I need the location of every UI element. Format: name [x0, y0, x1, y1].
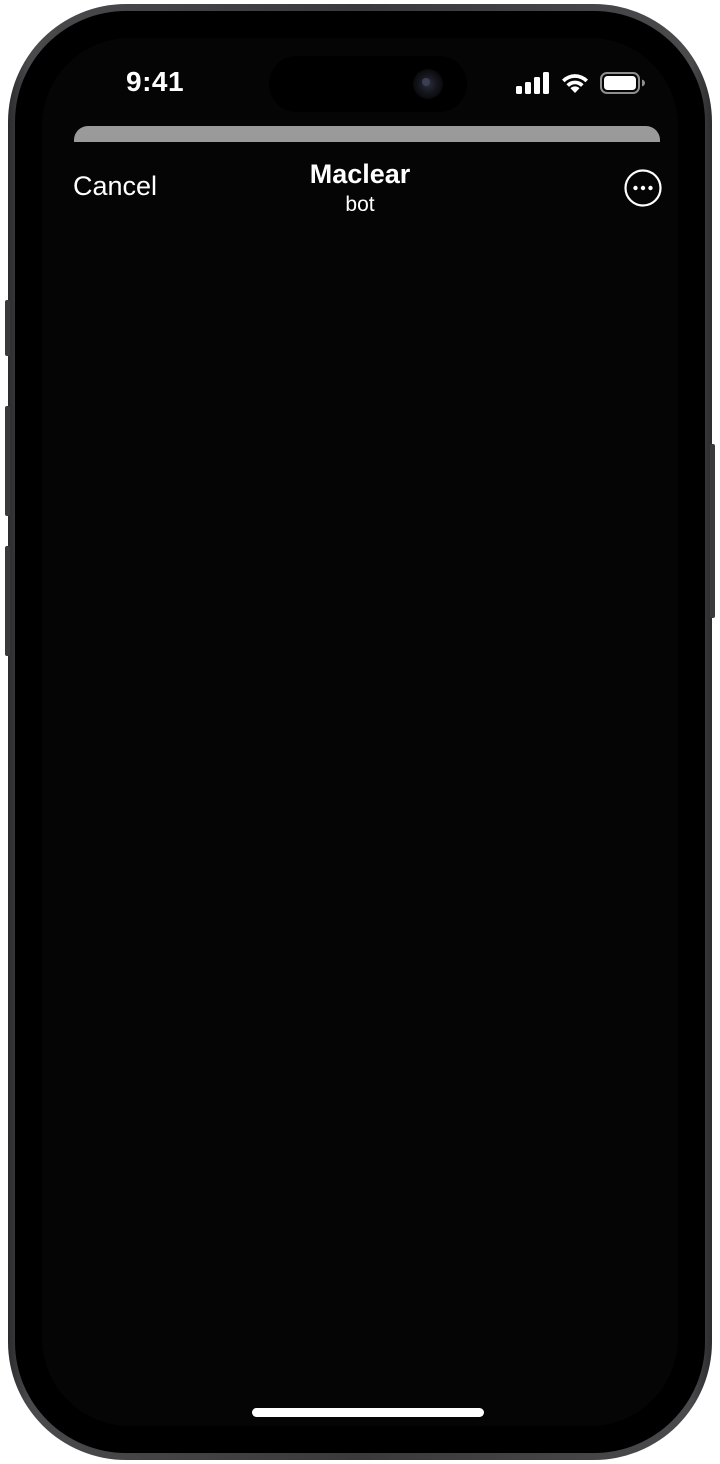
- power-button: [710, 444, 715, 618]
- ellipsis-circle-icon: [624, 169, 662, 207]
- bot-subtitle: bot: [345, 193, 375, 216]
- phone-frame: 9:41 Cancel Maclear bot: [5, 4, 715, 1460]
- volume-up-button: [5, 406, 10, 516]
- volume-down-button: [5, 546, 10, 656]
- dynamic-island: [269, 56, 467, 112]
- status-icons: [516, 72, 646, 94]
- status-time: 9:41: [126, 66, 185, 97]
- front-camera: [413, 69, 443, 99]
- action-button: [5, 300, 10, 356]
- wifi-icon: [562, 74, 588, 93]
- battery-icon: [600, 72, 645, 94]
- cellular-signal-icon: [516, 72, 549, 94]
- bot-sheet: [42, 142, 678, 1426]
- home-indicator[interactable]: [252, 1408, 484, 1417]
- bot-title: Maclear: [309, 159, 411, 189]
- more-options-button[interactable]: [624, 169, 662, 207]
- screen: 9:41 Cancel Maclear bot: [42, 38, 678, 1426]
